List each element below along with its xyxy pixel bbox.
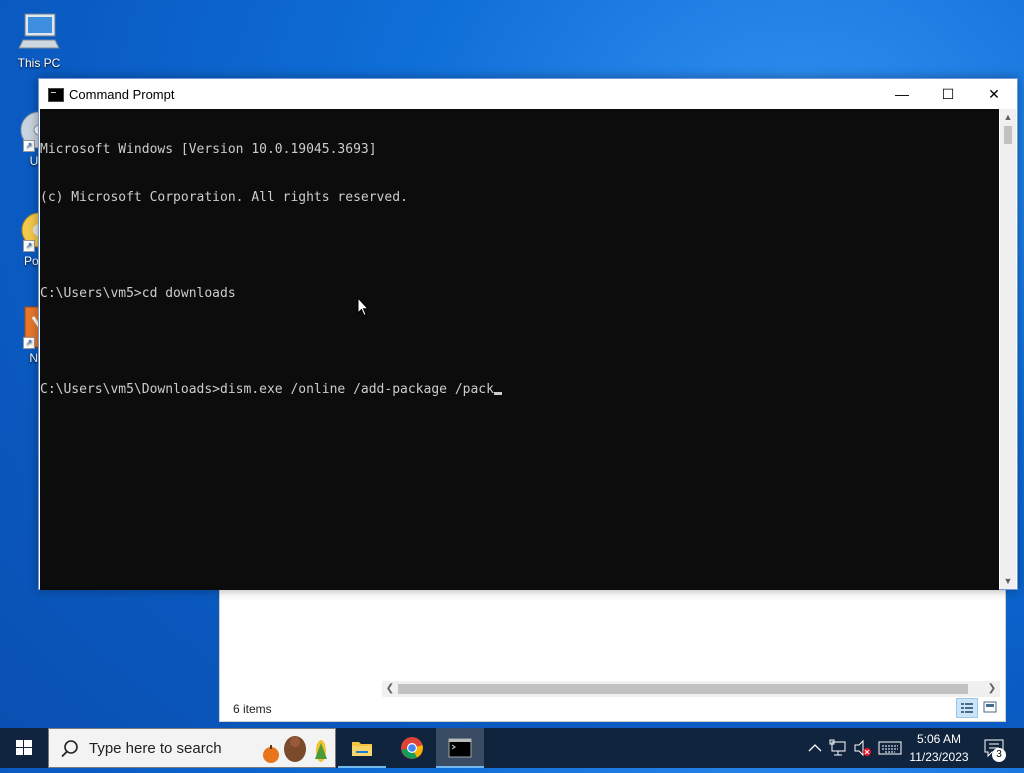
show-hidden-icons-button[interactable] (804, 728, 826, 768)
folder-icon (352, 742, 372, 756)
console-input-line[interactable]: C:\Users\vm5\Downloads>dism.exe /online … (40, 382, 999, 398)
taskbar-file-explorer[interactable] (338, 728, 386, 768)
desktop-icon-label: This PC (17, 56, 61, 70)
windows-logo-icon (16, 740, 32, 755)
keyboard-tray-button[interactable] (876, 728, 904, 768)
scroll-right-icon[interactable]: ❯ (984, 681, 1000, 697)
clock-time: 5:06 AM (916, 732, 962, 746)
keyboard-icon (878, 741, 902, 755)
console-line: (c) Microsoft Corporation. All rights re… (40, 190, 408, 205)
scroll-up-icon[interactable]: ▲ (1000, 109, 1016, 125)
large-icons-view-icon (983, 701, 997, 713)
network-icon (829, 739, 846, 756)
console-line: C:\Users\vm5>cd downloads (40, 286, 236, 301)
taskbar-command-prompt[interactable] (436, 728, 484, 768)
taskbar-chrome[interactable] (388, 728, 436, 768)
chrome-icon (401, 737, 423, 759)
chevron-up-icon (808, 744, 822, 752)
clock-date: 11/23/2023 (909, 750, 969, 764)
title-bar[interactable]: Command Prompt — ☐ ✕ (39, 79, 1017, 109)
details-view-button[interactable] (956, 698, 978, 718)
cmd-icon (448, 738, 472, 758)
minimize-button[interactable]: — (879, 79, 925, 109)
search-placeholder: Type here to search (89, 740, 222, 757)
window-title: Command Prompt (69, 87, 175, 102)
horizontal-scrollbar[interactable]: ❮ ❯ (382, 681, 1000, 697)
scroll-left-icon[interactable]: ❮ (382, 681, 398, 697)
close-button[interactable]: ✕ (971, 79, 1017, 109)
details-view-icon (961, 703, 973, 713)
status-item-count: 6 items (233, 702, 272, 716)
start-button[interactable] (0, 728, 48, 768)
volume-muted-icon (854, 739, 871, 757)
desktop-icon-this-pc[interactable]: This PC (8, 10, 70, 70)
clock[interactable]: 5:06 AM 11/23/2023 (906, 730, 972, 766)
volume-tray-button[interactable] (852, 728, 874, 768)
command-prompt-window[interactable]: Command Prompt — ☐ ✕ Microsoft Windows [… (38, 78, 1018, 590)
maximize-button[interactable]: ☐ (925, 79, 971, 109)
cmd-app-icon (48, 88, 64, 102)
computer-icon (17, 10, 61, 54)
search-icon (61, 740, 78, 758)
taskbar: Type here to search 5:06 AM 11/23/2023 3 (0, 728, 1024, 768)
console-current-command: C:\Users\vm5\Downloads>dism.exe /online … (40, 382, 494, 397)
file-explorer-window: ❮ ❯ 6 items (219, 585, 1006, 722)
network-tray-button[interactable] (828, 728, 850, 768)
thanksgiving-search-highlight-icon[interactable] (257, 733, 335, 765)
scrollbar-thumb[interactable] (398, 684, 968, 694)
console-line: Microsoft Windows [Version 10.0.19045.36… (40, 142, 377, 157)
text-cursor (493, 392, 502, 395)
search-box[interactable]: Type here to search (48, 728, 336, 768)
console-output[interactable]: Microsoft Windows [Version 10.0.19045.36… (40, 109, 999, 590)
mouse-pointer-icon (357, 297, 369, 317)
scrollbar-thumb[interactable] (1004, 126, 1012, 144)
scroll-down-icon[interactable]: ▼ (1000, 573, 1016, 589)
vertical-scrollbar[interactable]: ▲ ▼ (1000, 109, 1016, 589)
notification-count-badge: 3 (992, 748, 1006, 762)
large-icons-view-button[interactable] (980, 698, 1000, 716)
